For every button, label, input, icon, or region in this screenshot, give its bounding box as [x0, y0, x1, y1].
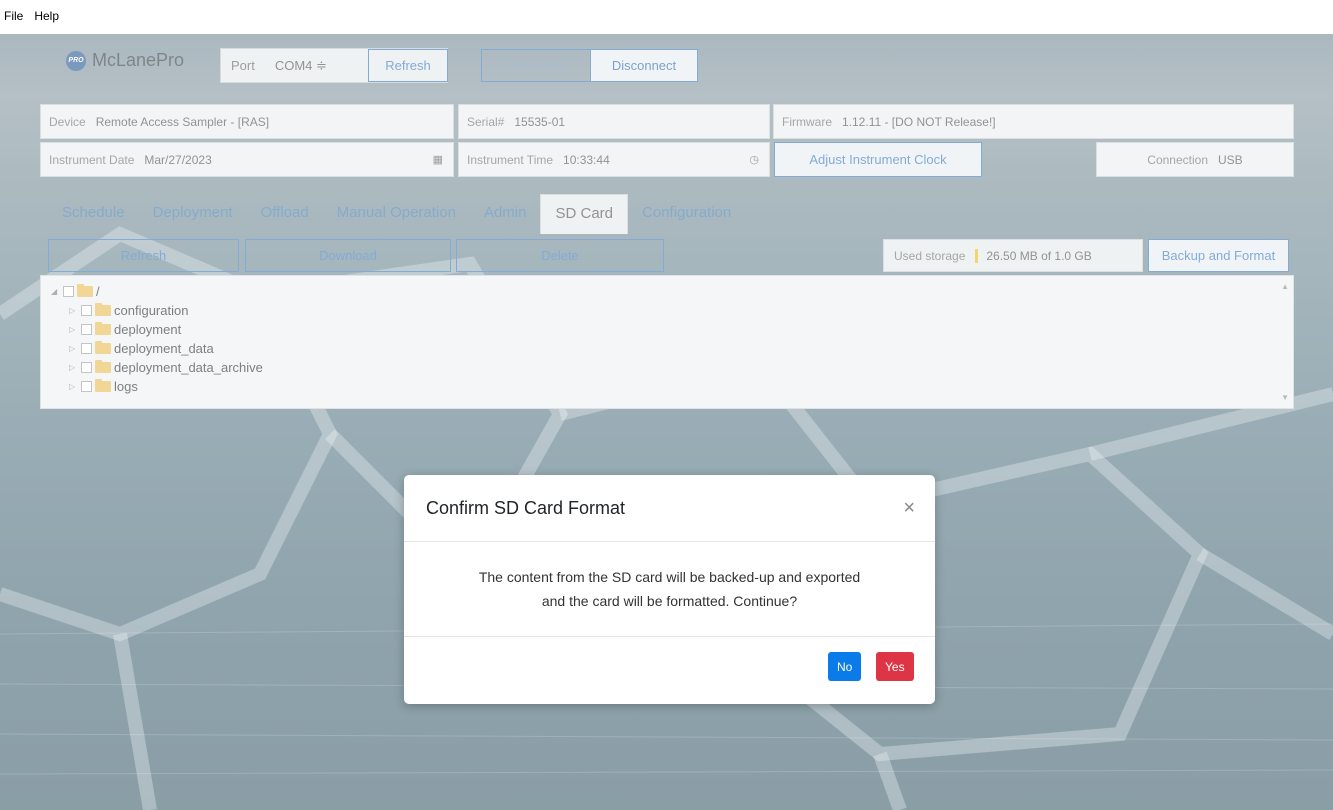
modal-body: The content from the SD card will be bac…: [404, 542, 935, 637]
no-button[interactable]: No: [828, 652, 862, 681]
modal-footer: No Yes: [404, 637, 935, 704]
confirm-format-dialog: Confirm SD Card Format × The content fro…: [404, 475, 935, 704]
menu-bar: File Help: [0, 0, 1333, 34]
menu-help[interactable]: Help: [34, 9, 59, 23]
menu-file[interactable]: File: [4, 9, 23, 23]
modal-message-line-2: and the card will be formatted. Continue…: [541, 593, 798, 609]
modal-title: Confirm SD Card Format: [426, 497, 626, 518]
modal-header: Confirm SD Card Format ×: [404, 475, 935, 542]
modal-message-line-1: The content from the SD card will be bac…: [478, 569, 861, 585]
close-icon[interactable]: ×: [903, 497, 915, 520]
yes-button[interactable]: Yes: [876, 652, 914, 681]
